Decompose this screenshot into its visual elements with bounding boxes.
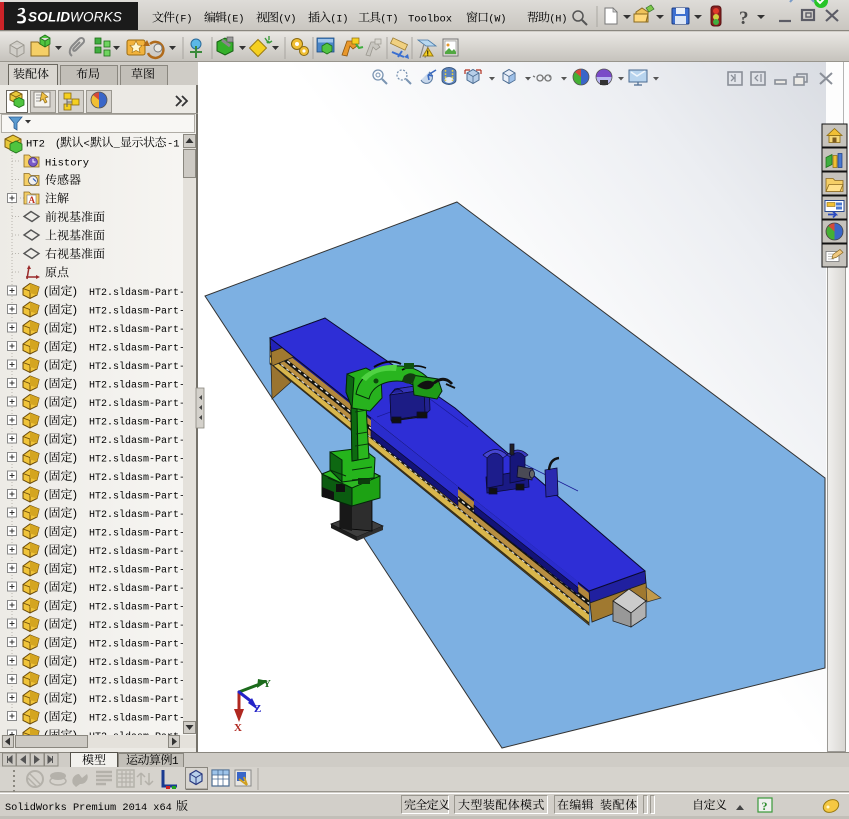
svg-text:HT2.sldasm-Part-: HT2.sldasm-Part- xyxy=(89,639,185,651)
svg-text:HT2.sldasm-Part-: HT2.sldasm-Part- xyxy=(89,472,185,484)
svg-text:HT2.sldasm-Part-: HT2.sldasm-Part- xyxy=(89,435,185,447)
svg-text:1: 1 xyxy=(172,756,179,768)
svg-text:HT2.sldasm-Part-: HT2.sldasm-Part- xyxy=(89,454,185,466)
svg-text:History: History xyxy=(45,158,89,170)
svg-text:HT2.sldasm-Part-: HT2.sldasm-Part- xyxy=(89,528,185,540)
svg-text:SolidWorks Premium 2014 x64: SolidWorks Premium 2014 x64 xyxy=(5,802,172,814)
svg-text:<: < xyxy=(84,139,90,151)
svg-text:HT2.sldasm-Part-: HT2.sldasm-Part- xyxy=(89,343,185,355)
svg-text:HT2.sldasm-Part-: HT2.sldasm-Part- xyxy=(89,491,185,503)
svg-text:Toolbox: Toolbox xyxy=(408,14,452,26)
svg-text:HT2.sldasm-Part-: HT2.sldasm-Part- xyxy=(89,306,185,318)
svg-text:-1: -1 xyxy=(167,139,180,151)
svg-text:HT2.sldasm-Part-: HT2.sldasm-Part- xyxy=(89,565,185,577)
svg-text:HT2.sldasm-Part-: HT2.sldasm-Part- xyxy=(89,694,185,706)
svg-text:HT2.sldasm-Part-: HT2.sldasm-Part- xyxy=(89,361,185,373)
svg-text:(: ( xyxy=(56,138,60,150)
svg-text:_: _ xyxy=(113,139,121,151)
svg-text:HT2: HT2 xyxy=(26,139,45,151)
svg-text:(I): (I) xyxy=(330,14,348,26)
svg-text:HT2.sldasm-Part-: HT2.sldasm-Part- xyxy=(89,380,185,392)
svg-text:(F): (F) xyxy=(174,14,192,26)
svg-text:HT2.sldasm-Part-: HT2.sldasm-Part- xyxy=(89,287,185,299)
svg-text:HT2.sldasm-Part-: HT2.sldasm-Part- xyxy=(89,676,185,688)
svg-text:(E): (E) xyxy=(226,14,244,26)
svg-text:HT2.sldasm-Part-: HT2.sldasm-Part- xyxy=(89,731,185,743)
svg-text:HT2.sldasm-Part-: HT2.sldasm-Part- xyxy=(89,602,185,614)
svg-text:HT2.sldasm-Part-: HT2.sldasm-Part- xyxy=(89,417,185,429)
svg-text:HT2.sldasm-Part-: HT2.sldasm-Part- xyxy=(89,509,185,521)
svg-text:HT2.sldasm-Part-: HT2.sldasm-Part- xyxy=(89,657,185,669)
svg-text:HT2.sldasm-Part-: HT2.sldasm-Part- xyxy=(89,324,185,336)
svg-text:HT2.sldasm-Part-: HT2.sldasm-Part- xyxy=(89,583,185,595)
svg-text:HT2.sldasm-Part-: HT2.sldasm-Part- xyxy=(89,398,185,410)
svg-text:HT2.sldasm-Part-: HT2.sldasm-Part- xyxy=(89,620,185,632)
svg-text:(T): (T) xyxy=(380,14,398,26)
svg-text:HT2.sldasm-Part-: HT2.sldasm-Part- xyxy=(89,713,185,725)
svg-text:(W): (W) xyxy=(488,14,506,26)
svg-text:(H): (H) xyxy=(549,14,567,26)
svg-text:HT2.sldasm-Part-: HT2.sldasm-Part- xyxy=(89,546,185,558)
svg-text:(V): (V) xyxy=(278,14,296,26)
